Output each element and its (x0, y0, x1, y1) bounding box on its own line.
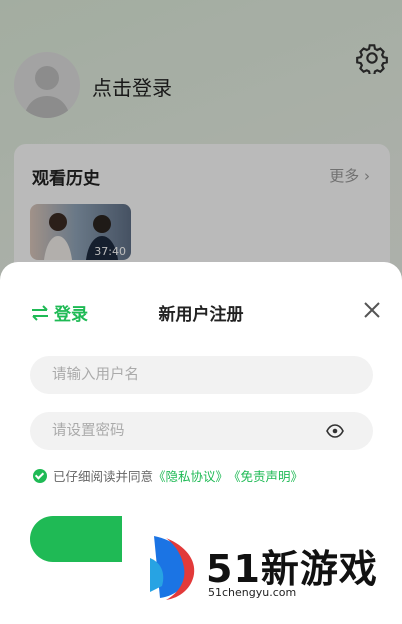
username-input[interactable] (30, 356, 373, 394)
sheet-title: 新用户注册 (158, 305, 244, 325)
password-field[interactable] (30, 412, 373, 450)
privacy-policy-link[interactable]: 《隐私协议》 (153, 466, 228, 485)
agreement-checkbox[interactable] (33, 468, 47, 483)
brand-logo-icon (150, 536, 195, 600)
watermark: 51新游戏 51chengyu.com (122, 516, 402, 624)
watermark-brand: 51新游戏 (206, 547, 378, 591)
username-field[interactable] (30, 356, 373, 394)
password-input[interactable] (30, 412, 373, 450)
agreement-row: 已仔细阅读并同意 《隐私协议》 《免责声明》 (33, 466, 303, 485)
close-icon[interactable] (360, 298, 384, 322)
agreement-text: 已仔细阅读并同意 (53, 469, 154, 484)
watermark-domain: 51chengyu.com (208, 586, 297, 599)
disclaimer-link[interactable]: 《免责声明》 (228, 466, 303, 485)
eye-icon[interactable] (326, 424, 344, 438)
